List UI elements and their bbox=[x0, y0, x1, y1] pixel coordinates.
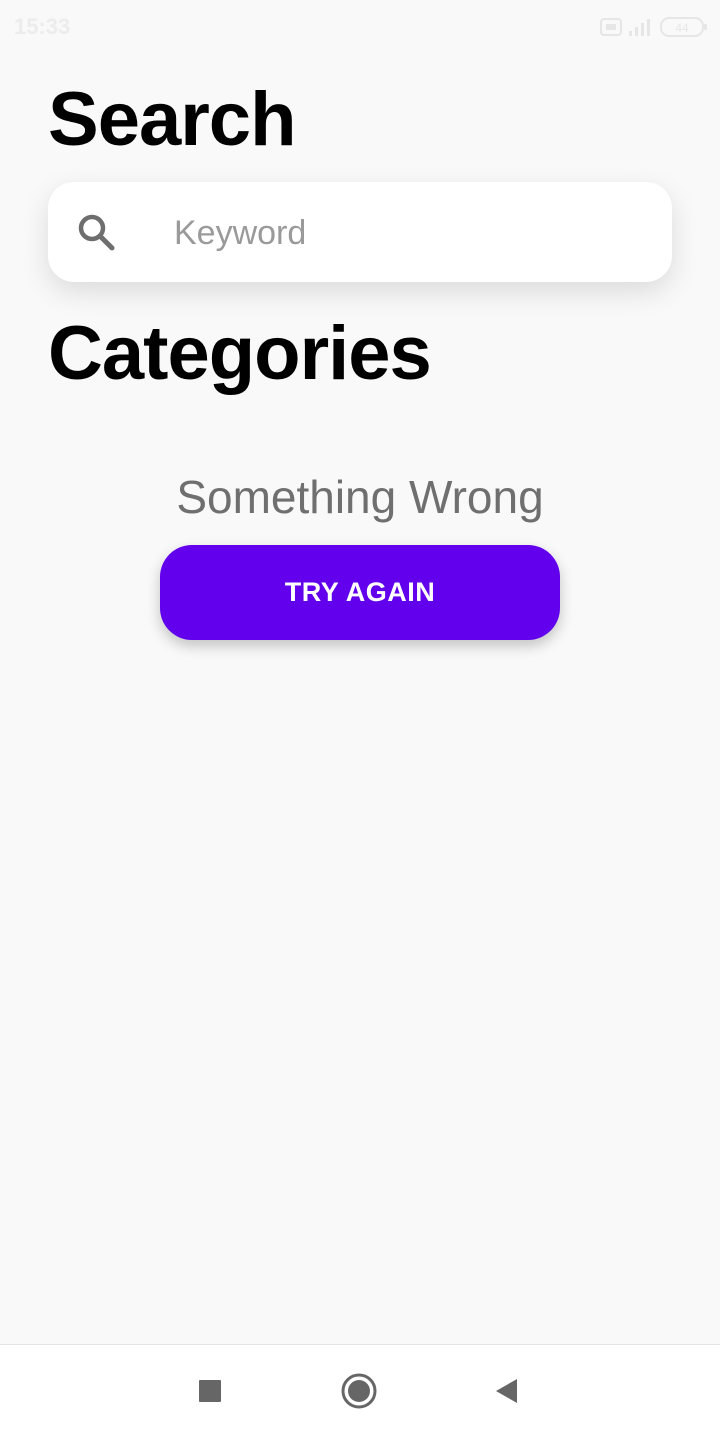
navigation-bar bbox=[0, 1344, 720, 1440]
home-button[interactable] bbox=[338, 1372, 380, 1414]
error-message: Something Wrong bbox=[176, 471, 544, 523]
recents-button[interactable] bbox=[189, 1372, 231, 1414]
status-time: 15:33 bbox=[14, 14, 71, 39]
status-icons: 44 bbox=[600, 16, 708, 38]
recents-icon bbox=[198, 1379, 222, 1408]
status-bar: 15:33 44 bbox=[0, 0, 720, 56]
search-input[interactable] bbox=[172, 204, 646, 262]
try-again-button[interactable]: TRY AGAIN bbox=[160, 545, 560, 640]
categories-heading: Categories bbox=[48, 311, 432, 396]
back-button[interactable] bbox=[485, 1372, 527, 1414]
battery-level: 44 bbox=[675, 21, 689, 35]
sim-card-icon bbox=[600, 17, 622, 37]
back-icon bbox=[493, 1377, 519, 1410]
search-icon bbox=[76, 212, 116, 252]
search-heading: Search bbox=[48, 77, 296, 162]
signal-icon bbox=[628, 17, 654, 37]
home-icon bbox=[340, 1372, 378, 1415]
battery-icon: 44 bbox=[660, 16, 708, 38]
search-box[interactable] bbox=[48, 182, 672, 282]
